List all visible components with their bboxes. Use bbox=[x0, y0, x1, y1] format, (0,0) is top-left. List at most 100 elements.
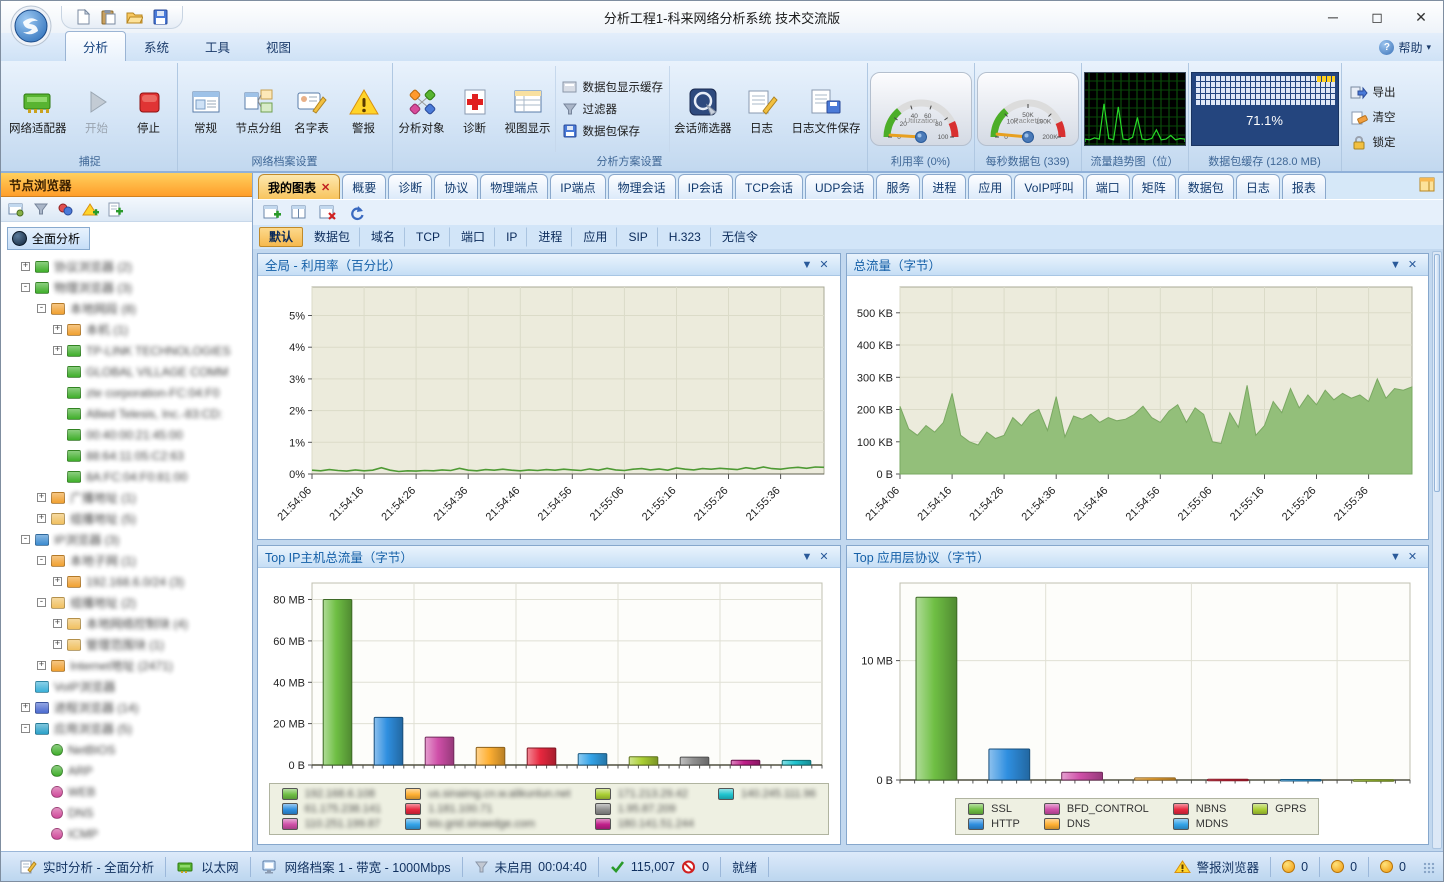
tree-item[interactable]: + GLOBAL VILLAGE COMM bbox=[1, 361, 252, 382]
collapse-icon[interactable]: - bbox=[21, 535, 30, 544]
tree-item[interactable]: - IP浏览器 (3) bbox=[1, 529, 252, 550]
status-segment-3[interactable]: 网络档案 1 - 带宽 - 1000Mbps bbox=[251, 856, 463, 877]
view-tab-17[interactable]: 数据包 bbox=[1177, 174, 1234, 199]
数据包保存-button[interactable]: 数据包保存 bbox=[562, 123, 664, 139]
ribbon-tab-2[interactable]: 系统 bbox=[126, 31, 187, 61]
maximize-button[interactable]: ◻ bbox=[1355, 2, 1399, 32]
过滤器-button[interactable]: 过滤器 bbox=[562, 101, 664, 117]
help-menu[interactable]: ? 帮助 ▾ bbox=[1379, 39, 1431, 56]
status-segment-6[interactable]: 就绪 bbox=[721, 856, 770, 877]
常规-button[interactable]: 常规 bbox=[180, 81, 232, 137]
tree-item[interactable]: + zte corporation-FC:04:F0 bbox=[1, 382, 252, 403]
filter-tab-3[interactable]: 域名 bbox=[361, 227, 406, 247]
panel-menu-icon[interactable]: ▼ bbox=[1387, 551, 1404, 563]
collapse-icon[interactable]: - bbox=[37, 598, 46, 607]
tree-item[interactable]: +192.168.6.0/24 (3) bbox=[1, 571, 252, 592]
expand-icon[interactable]: + bbox=[53, 619, 62, 628]
status-segment-5[interactable]: 115,007 0 bbox=[599, 856, 722, 877]
collapse-icon[interactable]: - bbox=[21, 724, 30, 733]
分析对象-button[interactable]: 分析对象 bbox=[395, 81, 449, 137]
ribbon-tab-3[interactable]: 工具 bbox=[187, 31, 248, 61]
status-segment-2[interactable]: 以太网 bbox=[166, 856, 251, 877]
view-tab-16[interactable]: 矩阵 bbox=[1131, 174, 1176, 199]
数据包显示缓存-button[interactable]: 数据包显示缓存 bbox=[562, 79, 663, 95]
view-tab-15[interactable]: 端口 bbox=[1085, 174, 1130, 199]
tree-item[interactable]: + VoIP浏览器 bbox=[1, 676, 252, 697]
analysis-root-item[interactable]: 全面分析 bbox=[7, 227, 91, 250]
开始-button[interactable]: 开始 bbox=[71, 81, 123, 137]
view-tab-12[interactable]: 进程 bbox=[922, 174, 967, 199]
view-tab-1[interactable]: 我的图表 ✕ bbox=[258, 174, 341, 199]
日志-button[interactable]: 日志 bbox=[736, 81, 788, 137]
collapse-icon[interactable]: - bbox=[21, 283, 30, 292]
tree-item[interactable]: + NetBIOS bbox=[1, 739, 252, 760]
open-icon[interactable] bbox=[126, 9, 143, 25]
tree-item[interactable]: + ICMP bbox=[1, 823, 252, 844]
tree-item[interactable]: + 广播地址 (1) bbox=[1, 487, 252, 508]
status-segment-1[interactable]: 实时分析 - 全面分析 bbox=[9, 856, 167, 877]
expand-icon[interactable]: + bbox=[53, 325, 62, 334]
expand-icon[interactable]: + bbox=[53, 640, 62, 649]
节点分组-button[interactable]: 节点分组 bbox=[232, 81, 286, 137]
expand-icon[interactable]: + bbox=[37, 493, 46, 502]
tree-item[interactable]: - 应用浏览器 (5) bbox=[1, 718, 252, 739]
view-tab-2[interactable]: 概要 bbox=[342, 174, 387, 199]
scrollbar-thumb[interactable] bbox=[1434, 254, 1440, 493]
report-icon[interactable] bbox=[107, 202, 124, 217]
视图显示-button[interactable]: 视图显示 bbox=[501, 81, 555, 137]
view-tab-7[interactable]: 物理会话 bbox=[607, 174, 676, 199]
alarm-explorer-button[interactable]: 警报浏览器 bbox=[1163, 856, 1272, 877]
会话筛选器-button[interactable]: 会话筛选器 bbox=[670, 81, 736, 137]
expand-icon[interactable]: + bbox=[53, 577, 62, 586]
view-tab-5[interactable]: 物理端点 bbox=[480, 174, 549, 199]
tree-item[interactable]: - 本地子网 (1) bbox=[1, 550, 252, 571]
refresh-icon[interactable] bbox=[345, 203, 367, 223]
filter-tab-11[interactable]: 无信令 bbox=[712, 227, 768, 247]
close-button[interactable]: ✕ bbox=[1399, 2, 1443, 32]
filter-tab-1[interactable]: 默认 bbox=[259, 227, 304, 247]
view-tab-11[interactable]: 服务 bbox=[876, 174, 921, 199]
alarm-counter[interactable]: 0 bbox=[1369, 857, 1417, 877]
tree-item[interactable]: + 进程浏览器 (14) bbox=[1, 697, 252, 718]
resize-grip[interactable] bbox=[1423, 861, 1435, 874]
filter-tab-10[interactable]: H.323 bbox=[659, 227, 711, 247]
filter-tab-9[interactable]: SIP bbox=[618, 227, 658, 247]
名字表-button[interactable]: 名字表 bbox=[286, 81, 338, 137]
导出-button[interactable]: 导出 bbox=[1350, 84, 1396, 100]
tree-item[interactable]: + 管理范围块 (1) bbox=[1, 634, 252, 655]
filter-tab-5[interactable]: 端口 bbox=[451, 227, 496, 247]
tree-item[interactable]: +8A:FC:04:F0:81:00 bbox=[1, 466, 252, 487]
诊断-button[interactable]: 诊断 bbox=[449, 81, 501, 137]
view-tab-3[interactable]: 诊断 bbox=[388, 174, 433, 199]
tree-item[interactable]: +88:64:11:05:C2:63 bbox=[1, 445, 252, 466]
filter-tab-8[interactable]: 应用 bbox=[573, 227, 618, 247]
tree-item[interactable]: - 物理浏览器 (3) bbox=[1, 277, 252, 298]
ribbon-tab-1[interactable]: 分析 bbox=[65, 31, 127, 61]
view-tab-10[interactable]: UDP会话 bbox=[805, 174, 875, 199]
paste-icon[interactable] bbox=[101, 9, 116, 25]
tree-item[interactable]: +00:40:00:21:45:00 bbox=[1, 424, 252, 445]
filter-tab-6[interactable]: IP bbox=[496, 227, 528, 247]
alarm-add-icon[interactable] bbox=[82, 202, 99, 217]
view-tab-9[interactable]: TCP会话 bbox=[735, 174, 804, 199]
minimize-button[interactable]: ─ bbox=[1311, 2, 1355, 32]
arrange-chart-icon[interactable] bbox=[289, 203, 311, 223]
tree-item[interactable]: + 组播地址 (5) bbox=[1, 508, 252, 529]
tree-item[interactable]: - 组播地址 (2) bbox=[1, 592, 252, 613]
警报-button[interactable]: 警报 bbox=[338, 81, 390, 137]
view-tab-13[interactable]: 应用 bbox=[968, 174, 1013, 199]
tree-item[interactable]: + 本地网络控制块 (4) bbox=[1, 613, 252, 634]
清空-button[interactable]: 清空 bbox=[1350, 109, 1396, 125]
alarm-counter[interactable]: 0 bbox=[1320, 856, 1370, 877]
panel-menu-icon[interactable]: ▼ bbox=[799, 551, 816, 563]
save-icon[interactable] bbox=[153, 9, 168, 25]
tree-item[interactable]: + 协议浏览器 (2) bbox=[1, 256, 252, 277]
expand-icon[interactable]: + bbox=[37, 514, 46, 523]
view-tab-19[interactable]: 报表 bbox=[1281, 174, 1326, 199]
filter-tab-7[interactable]: 进程 bbox=[528, 227, 573, 247]
app-logo-icon[interactable] bbox=[9, 4, 53, 48]
expand-icon[interactable]: + bbox=[53, 346, 62, 355]
view-tab-18[interactable]: 日志 bbox=[1235, 174, 1280, 199]
锁定-button[interactable]: 锁定 bbox=[1350, 134, 1396, 150]
tree-item[interactable]: + 本机 (1) bbox=[1, 319, 252, 340]
